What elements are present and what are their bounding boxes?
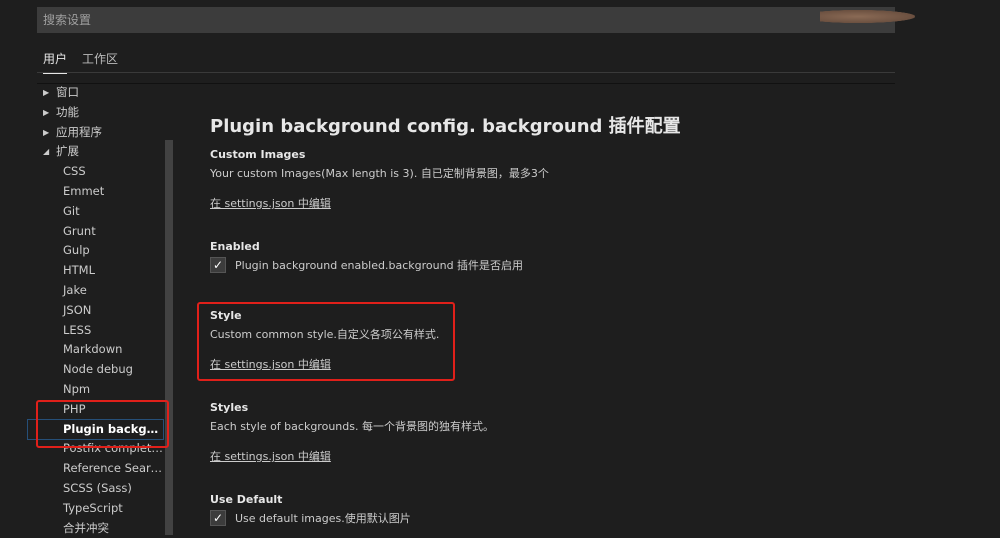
edit-in-settings-json-link[interactable]: 在 settings.json 中编辑 bbox=[210, 448, 331, 464]
tree-item-extensions[interactable]: ◢ 扩展 bbox=[40, 142, 165, 162]
tree-item-extension[interactable]: CSS bbox=[40, 162, 165, 182]
search-settings-box[interactable] bbox=[37, 7, 895, 33]
tree-item-extension[interactable]: Emmet bbox=[40, 182, 165, 202]
tree-item-extension[interactable]: 合并冲突 bbox=[40, 519, 165, 538]
tree-item-extension[interactable]: Node debug bbox=[40, 360, 165, 380]
checkbox-label: Plugin background enabled.background 插件是… bbox=[235, 259, 524, 272]
divider bbox=[37, 83, 895, 84]
tree-item-extension[interactable]: JSON bbox=[40, 301, 165, 321]
tree-item-extension[interactable]: Grunt bbox=[40, 222, 165, 242]
tab-workspace[interactable]: 工作区 bbox=[82, 50, 118, 73]
edit-in-settings-json-link[interactable]: 在 settings.json 中编辑 bbox=[210, 195, 331, 211]
tree-item-extension[interactable]: Reference Search View bbox=[40, 459, 165, 479]
background-image-fragment bbox=[820, 10, 915, 23]
settings-tree: ▶ 窗口 ▶ 功能 ▶ 应用程序 ◢ 扩展 CSS Emmet Git Grunt Gulp HT… bbox=[27, 83, 165, 538]
tree-scrollbar[interactable] bbox=[165, 140, 173, 535]
setting-title: Styles bbox=[210, 401, 249, 414]
highlight-annotation bbox=[197, 302, 455, 381]
chevron-right-icon: ▶ bbox=[43, 127, 50, 137]
tree-item-extension[interactable]: SCSS (Sass) bbox=[40, 479, 165, 499]
tree-item-extension[interactable]: TypeScript bbox=[40, 499, 165, 519]
chevron-down-icon: ◢ bbox=[43, 147, 50, 157]
tree-item-extension[interactable]: Git bbox=[40, 202, 165, 222]
setting-use-default: Use Default ✓ Use default images.使用默认图片 bbox=[210, 493, 411, 526]
setting-enabled: Enabled ✓ Plugin background enabled.backg… bbox=[210, 240, 523, 273]
checkbox-label: Use default images.使用默认图片 bbox=[235, 512, 411, 525]
search-input[interactable] bbox=[37, 7, 749, 33]
tree-item-label: 扩展 bbox=[56, 144, 79, 159]
tree-item-label: 功能 bbox=[56, 104, 79, 119]
highlight-annotation bbox=[36, 400, 169, 448]
tree-item-application[interactable]: ▶ 应用程序 bbox=[40, 123, 165, 143]
settings-tabs: 用户 工作区 bbox=[37, 50, 895, 74]
chevron-right-icon: ▶ bbox=[43, 88, 50, 97]
tree-item-extension[interactable]: HTML bbox=[40, 261, 165, 281]
tree-item-window[interactable]: ▶ 窗口 bbox=[40, 83, 165, 103]
tree-item-extension[interactable]: LESS bbox=[40, 321, 165, 341]
tree-item-extension[interactable]: Markdown bbox=[40, 340, 165, 360]
tree-item-extension[interactable]: Npm bbox=[40, 380, 165, 400]
tree-item-features[interactable]: ▶ 功能 bbox=[40, 103, 165, 123]
setting-title: Use Default bbox=[210, 493, 283, 506]
use-default-checkbox[interactable]: ✓ bbox=[210, 510, 226, 526]
tree-item-extension[interactable]: Jake bbox=[40, 281, 165, 301]
setting-description: Each style of backgrounds. 每一个背景图的独有样式。 bbox=[210, 420, 494, 433]
tree-item-label: 应用程序 bbox=[56, 124, 102, 139]
tree-item-extension[interactable]: Gulp bbox=[40, 241, 165, 261]
setting-title: Enabled bbox=[210, 240, 260, 253]
tab-user[interactable]: 用户 bbox=[43, 50, 68, 74]
chevron-right-icon: ▶ bbox=[43, 107, 50, 117]
setting-styles: Styles Each style of backgrounds. 每一个背景图… bbox=[210, 401, 494, 464]
enabled-checkbox[interactable]: ✓ bbox=[210, 257, 226, 273]
setting-description: Your custom Images(Max length is 3). 自已定… bbox=[210, 167, 549, 180]
setting-custom-images: Custom Images Your custom Images(Max len… bbox=[210, 148, 549, 211]
section-title: Plugin background config. background 插件配… bbox=[210, 116, 681, 137]
tree-item-label: 窗口 bbox=[56, 85, 79, 99]
setting-title: Custom Images bbox=[210, 148, 306, 161]
